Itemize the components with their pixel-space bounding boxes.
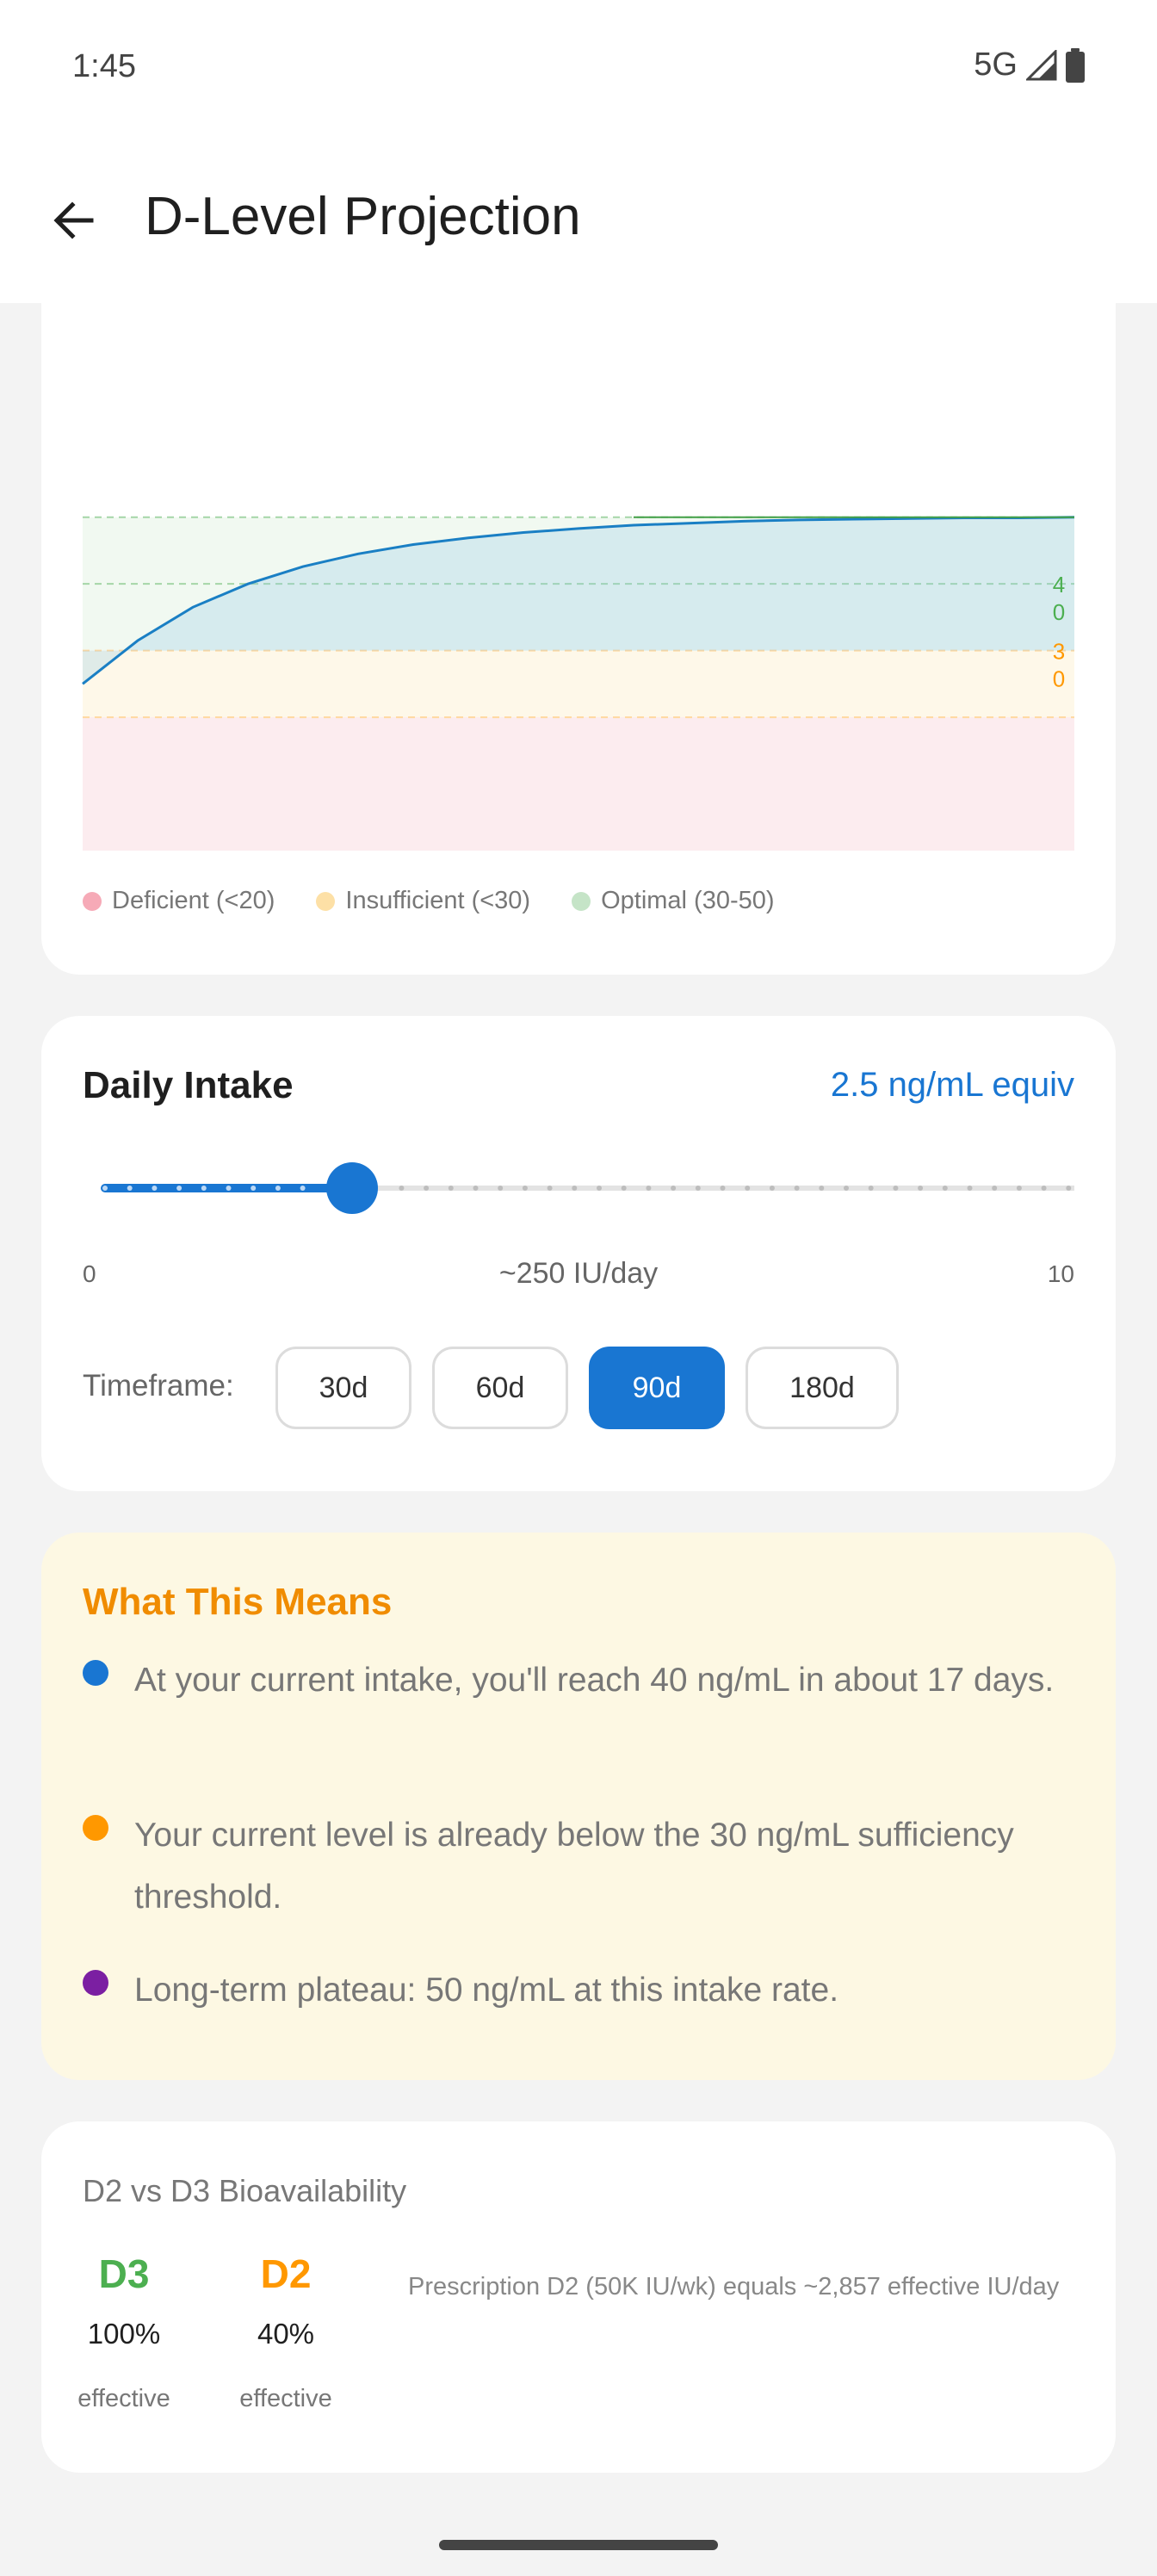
slider-tick: [1041, 1186, 1047, 1191]
slider-tick: [300, 1186, 306, 1191]
means-item-text: Long-term plateau: 50 ng/mL at this inta…: [134, 1972, 839, 2009]
status-time: 1:45: [72, 48, 136, 84]
slider-tick: [572, 1186, 578, 1191]
d2-caption: effective: [239, 2385, 332, 2412]
slider-tick: [646, 1186, 652, 1191]
d2-label: D2: [260, 2251, 312, 2296]
slider-tick: [201, 1186, 207, 1191]
intake-slider[interactable]: [83, 1154, 1074, 1223]
means-item: Your current level is already below the …: [83, 1805, 1073, 1929]
slider-tick: [448, 1186, 454, 1191]
legend-label: Optimal (30-50): [601, 887, 775, 914]
slider-tick: [1066, 1186, 1072, 1191]
slider-tick: [621, 1186, 627, 1191]
battery-icon: [1066, 47, 1085, 83]
slider-tick: [671, 1186, 677, 1191]
legend-dot: [572, 891, 591, 911]
projection-chart-card: 4030 Deficient (<20) Insufficient (<30) Op…: [41, 258, 1116, 975]
zone-band: [83, 650, 1074, 718]
slider-thumb[interactable]: [326, 1162, 378, 1214]
intake-value: 2.5 ng/mL equiv: [830, 1066, 1074, 1104]
bioavailability-card: D2 vs D3 Bioavailability D3 100% effecti…: [41, 2121, 1116, 2473]
legend-label: Deficient (<20): [112, 887, 275, 914]
d3-percent: 100%: [87, 2318, 161, 2350]
timeframe-label: Timeframe:: [83, 1369, 234, 1403]
what-this-means-card: What This Means At your current intake, …: [41, 1533, 1116, 2080]
slider-tick: [745, 1186, 751, 1191]
threshold-label: 3: [1053, 639, 1065, 665]
zone-band: [83, 717, 1074, 851]
slider-tick: [992, 1186, 998, 1191]
slider-tick: [176, 1186, 183, 1191]
slider-max-label: 10: [1047, 1260, 1074, 1287]
means-item: At your current intake, you'll reach 40 …: [83, 1650, 1073, 1712]
slider-tick: [522, 1186, 528, 1191]
cell-signal-icon: [1026, 49, 1057, 80]
slider-tick: [275, 1186, 281, 1191]
slider-tick: [498, 1186, 504, 1191]
intake-title: Daily Intake: [83, 1064, 294, 1106]
projection-chart: 4030: [82, 516, 1075, 851]
bullet-dot: [83, 1660, 108, 1686]
slider-tick: [794, 1186, 800, 1191]
slider-tick: [942, 1186, 948, 1191]
slider-tick: [152, 1186, 158, 1191]
legend-dot: [316, 891, 336, 911]
bioavailability-title: D2 vs D3 Bioavailability: [83, 2173, 407, 2208]
timeframe-180d-button[interactable]: 180d: [746, 1347, 899, 1429]
bioavailability-note: Prescription D2 (50K IU/wk) equals ~2,85…: [408, 2273, 1060, 2300]
legend-label: Insufficient (<30): [345, 887, 531, 914]
bullet-dot: [83, 1815, 108, 1841]
page-title: D-Level Projection: [145, 187, 581, 246]
slider-tick: [844, 1186, 849, 1191]
bullet-dot: [83, 1970, 108, 1996]
home-indicator[interactable]: [439, 2540, 718, 2550]
slider-tick: [597, 1186, 602, 1191]
d2-percent: 40%: [257, 2318, 315, 2350]
slider-tick: [399, 1186, 405, 1191]
daily-intake-card: Daily Intake 2.5 ng/mL equiv 0 ~250 IU/d…: [41, 1016, 1116, 1491]
slider-tick: [967, 1186, 973, 1191]
slider-tick: [819, 1186, 825, 1191]
slider-tick: [226, 1186, 232, 1191]
status-bar: 1:45 5G: [0, 0, 1157, 138]
slider-tick: [547, 1186, 553, 1191]
d3-label: D3: [98, 2251, 150, 2296]
d3-caption: effective: [77, 2385, 170, 2412]
slider-tick: [473, 1186, 479, 1191]
legend-item: Optimal (30-50): [572, 887, 775, 915]
legend-item: Deficient (<20): [83, 887, 275, 915]
threshold-label: 0: [1053, 599, 1065, 625]
chart-legend: Deficient (<20) Insufficient (<30) Optimal…: [83, 887, 775, 915]
slider-tick: [102, 1186, 108, 1191]
means-item-text: Your current level is already below the …: [134, 1817, 1014, 1916]
slider-tick: [918, 1186, 924, 1191]
slider-tick: [769, 1186, 775, 1191]
slider-tick: [893, 1186, 899, 1191]
slider-tick: [424, 1186, 430, 1191]
d2-column: D2 40% effective: [231, 2251, 341, 2413]
legend-item: Insufficient (<30): [316, 887, 530, 915]
slider-tick: [127, 1186, 133, 1191]
timeframe-90d-button[interactable]: 90d: [589, 1347, 725, 1429]
slider-caption: ~250 IU/day: [498, 1257, 659, 1290]
slider-tick: [1016, 1186, 1022, 1191]
slider-tick: [868, 1186, 874, 1191]
means-item: Long-term plateau: 50 ng/mL at this inta…: [83, 1960, 1073, 2022]
threshold-label: 0: [1053, 666, 1065, 692]
d3-column: D3 100% effective: [69, 2251, 179, 2413]
status-icons: 5G: [974, 46, 1085, 84]
timeframe-60d-button[interactable]: 60d: [432, 1347, 568, 1429]
timeframe-30d-button[interactable]: 30d: [275, 1347, 411, 1429]
slider-tick: [720, 1186, 726, 1191]
legend-dot: [83, 891, 102, 911]
threshold-label: 4: [1053, 572, 1065, 598]
network-label: 5G: [974, 46, 1018, 83]
means-title: What This Means: [83, 1581, 393, 1623]
slider-tick: [251, 1186, 257, 1191]
means-item-text: At your current intake, you'll reach 40 …: [134, 1662, 1055, 1699]
slider-tick: [695, 1186, 701, 1191]
arrow-back-icon[interactable]: [43, 189, 105, 251]
